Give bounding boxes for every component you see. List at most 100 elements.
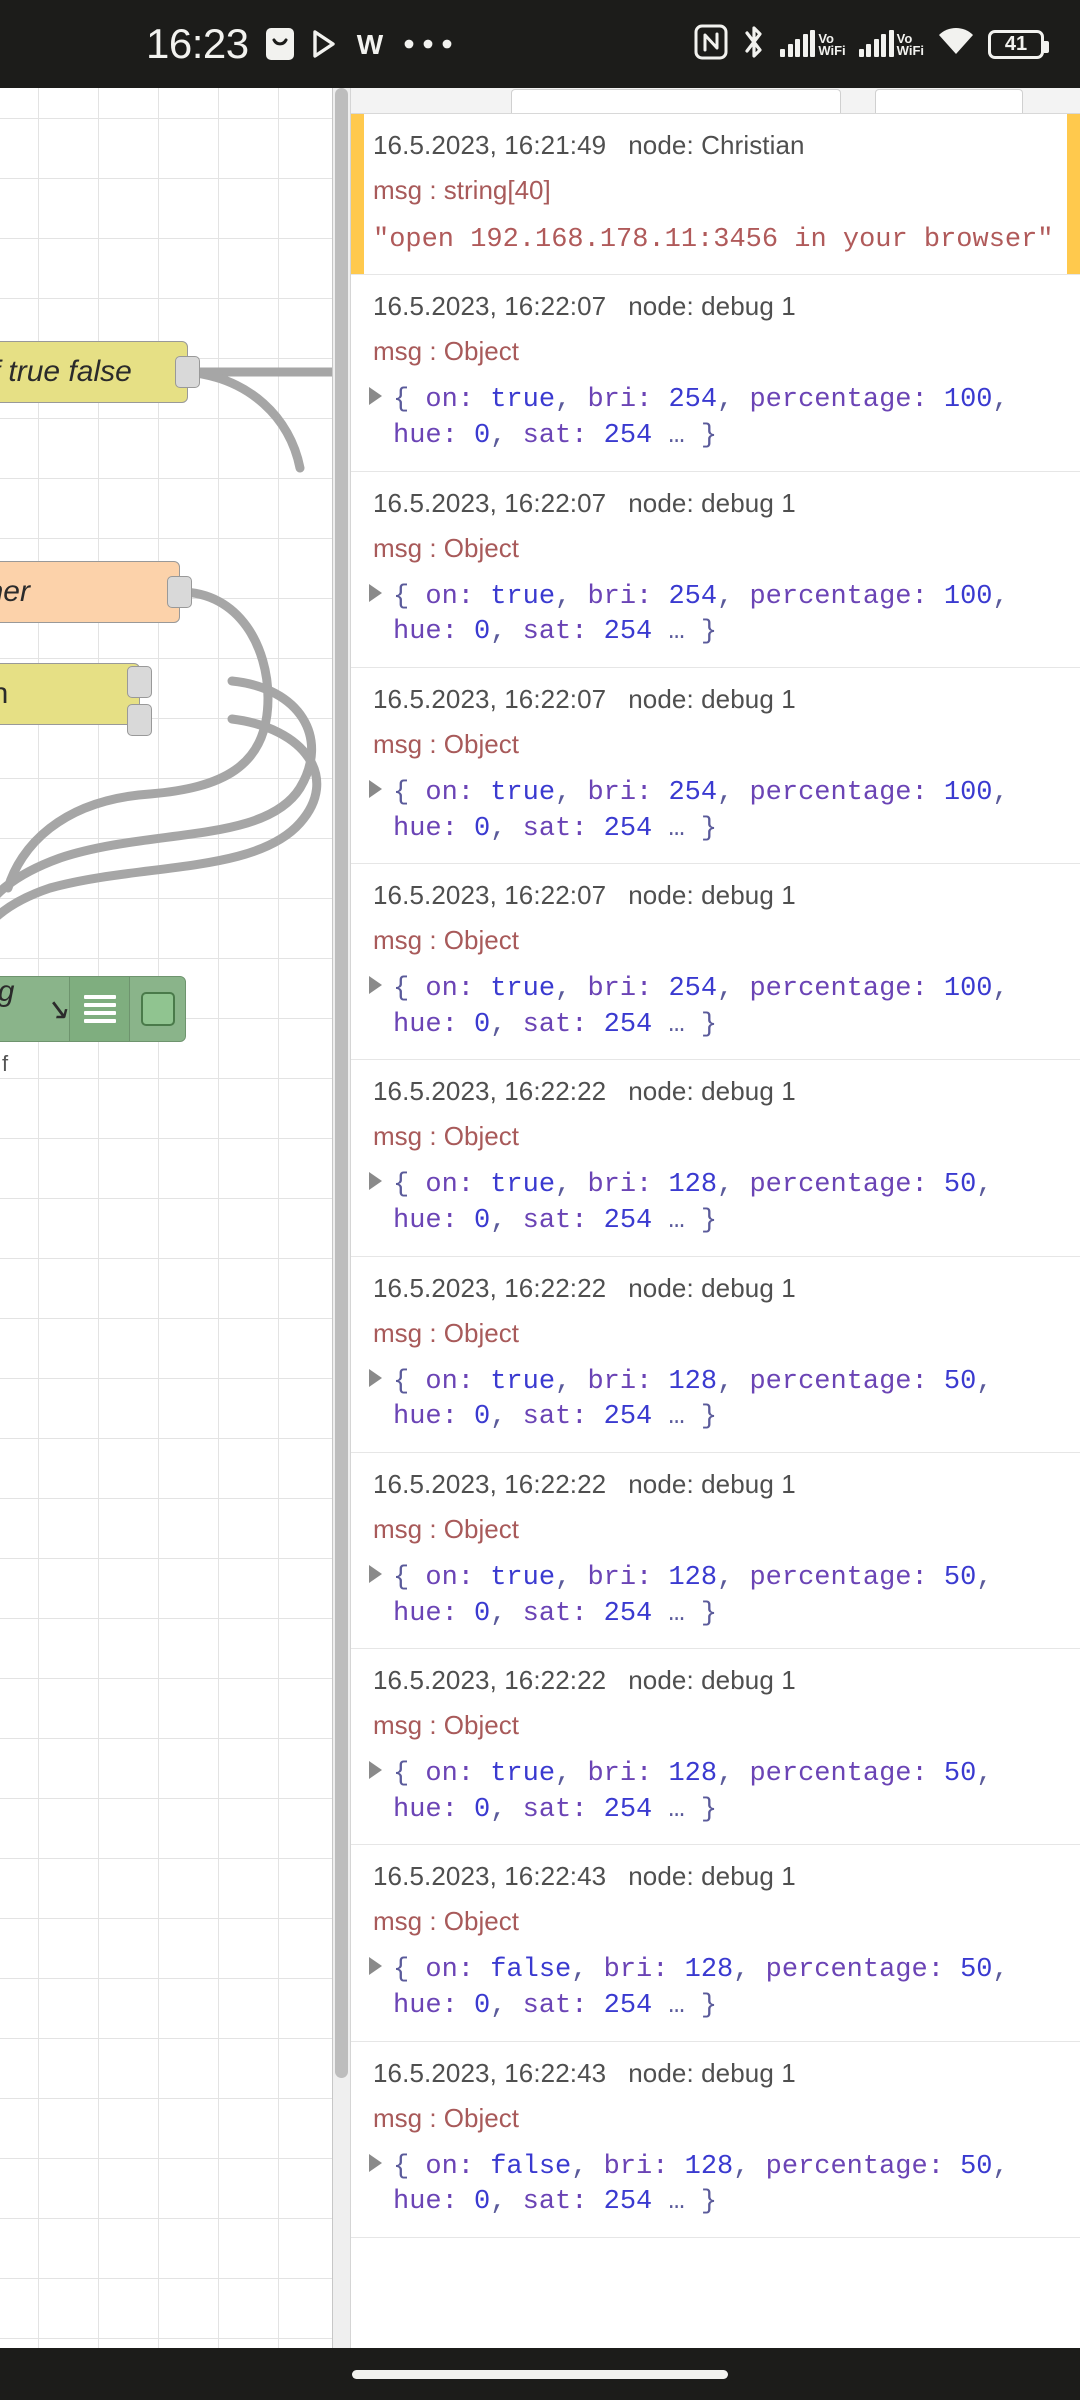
status-bar-right: Vo WiFi Vo WiFi 41: [694, 23, 1080, 66]
debug-message-header: 16.5.2023, 16:22:22 node: debug 1: [373, 1469, 1058, 1500]
expand-triangle-icon[interactable]: [369, 2153, 382, 2172]
expand-triangle-icon[interactable]: [369, 387, 382, 406]
debug-message-type: msg : Object: [373, 336, 519, 367]
debug-message-timestamp: 16.5.2023, 16:22:07: [373, 880, 607, 911]
flow-node-dimmer[interactable]: Dimmer: [0, 561, 192, 623]
object-preview-text: { on: true, bri: 128, percentage: 50, hu…: [393, 1366, 993, 1433]
debug-message-object-preview[interactable]: { on: true, bri: 254, percentage: 100, h…: [369, 972, 1058, 1043]
debug-message-header: 16.5.2023, 16:22:07 node: debug 1: [373, 684, 1058, 715]
debug-message-header: 16.5.2023, 16:22:22 node: debug 1: [373, 1076, 1058, 1107]
debug-message-source-node: node: debug 1: [628, 1861, 796, 1892]
debug-message-header: 16.5.2023, 16:22:43 node: debug 1: [373, 2058, 1058, 2089]
object-preview-text: { on: false, bri: 128, percentage: 50, h…: [393, 1955, 1009, 2022]
sim2-vowifi-label: Vo WiFi: [896, 31, 924, 58]
sidebar-tabstrip[interactable]: [351, 88, 1080, 114]
debug-message-object-preview[interactable]: { on: true, bri: 254, percentage: 100, h…: [369, 776, 1058, 847]
debug-message-type: msg : Object: [373, 1710, 519, 1741]
debug-message-timestamp: 16.5.2023, 16:22:22: [373, 1468, 607, 1499]
object-preview-text: { on: true, bri: 128, percentage: 50, hu…: [393, 1759, 993, 1825]
debug-message-timestamp: 16.5.2023, 16:22:43: [373, 2057, 607, 2088]
wifi-icon: [937, 27, 975, 62]
debug-message-source-node: node: debug 1: [628, 1468, 796, 1499]
debug-message-object-preview[interactable]: { on: false, bri: 128, percentage: 50, h…: [369, 2150, 1058, 2221]
object-preview-text: { on: true, bri: 254, percentage: 100, h…: [393, 385, 1009, 452]
output-port[interactable]: [175, 356, 200, 388]
debug-message-type: msg : Object: [373, 925, 519, 956]
expand-triangle-icon[interactable]: [369, 1564, 382, 1583]
debug-enable-toggle[interactable]: [129, 977, 185, 1041]
output-port-1[interactable]: [127, 666, 152, 698]
sidebar-scrollbar-thumb[interactable]: [335, 88, 348, 2078]
debug-message-source-node: node: debug 1: [628, 2057, 796, 2088]
debug-message-row[interactable]: 16.5.2023, 16:22:22 node: debug 1 msg : Ob…: [351, 1649, 1080, 1846]
battery-indicator: 41: [988, 29, 1049, 59]
debug-message-row[interactable]: 16.5.2023, 16:22:07 node: debug 1 msg : Ob…: [351, 275, 1080, 472]
output-port-2[interactable]: [127, 704, 152, 736]
flow-node-on-off-true-false[interactable]: on off true false: [0, 341, 200, 403]
canvas-stray-text: f: [2, 1051, 9, 1076]
debug-message-timestamp: 16.5.2023, 16:21:49: [373, 130, 607, 160]
debug-message-object-preview[interactable]: { on: false, bri: 128, percentage: 50, h…: [369, 1953, 1058, 2024]
flow-wires: [0, 367, 332, 920]
debug-message-header: 16.5.2023, 16:22:43 node: debug 1: [373, 1861, 1058, 1892]
debug-message-type: msg : Object: [373, 1906, 519, 1937]
output-port[interactable]: [167, 576, 192, 608]
home-gesture-pill[interactable]: [352, 2369, 728, 2379]
debug-message-object-preview[interactable]: { on: true, bri: 254, percentage: 100, h…: [369, 580, 1058, 651]
tab-debug-main[interactable]: [511, 89, 841, 113]
debug-message-source-node: node: debug 1: [628, 683, 796, 714]
expand-triangle-icon[interactable]: [369, 779, 382, 798]
tab-debug-secondary[interactable]: [875, 89, 1023, 113]
android-gesture-bar[interactable]: [0, 2348, 1080, 2400]
expand-triangle-icon[interactable]: [369, 1368, 382, 1387]
sim1-signal: Vo WiFi: [780, 30, 846, 58]
expand-triangle-icon[interactable]: [369, 1172, 382, 1191]
debug-message-source-node: node: debug 1: [628, 1665, 796, 1696]
debug-message-source-node: node: debug 1: [628, 880, 796, 911]
debug-sidebar[interactable]: 16.5.2023, 16:21:49 node: Christian msg : …: [332, 88, 1080, 2400]
debug-message-type: msg : string[40]: [373, 175, 551, 205]
flow-node-debug-1[interactable]: debug 1 ↘: [0, 975, 186, 1043]
debug-message-timestamp: 16.5.2023, 16:22:22: [373, 1665, 607, 1696]
sim1-vowifi-label: Vo WiFi: [818, 31, 846, 58]
debug-message-object-preview[interactable]: { on: true, bri: 128, percentage: 50, hu…: [369, 1168, 1058, 1239]
sim1-bars: [780, 30, 816, 57]
debug-message-type: msg : Object: [373, 1513, 519, 1544]
flow-node-label: debug 1: [0, 975, 34, 1043]
debug-message-timestamp: 16.5.2023, 16:22:07: [373, 487, 607, 518]
debug-message-row[interactable]: 16.5.2023, 16:22:22 node: debug 1 msg : Ob…: [351, 1452, 1080, 1650]
sidebar-scrollbar[interactable]: [333, 88, 351, 2400]
sim2-bars: [858, 30, 894, 57]
debug-message-row[interactable]: 16.5.2023, 16:22:07 node: debug 1 msg : Ob…: [351, 667, 1080, 865]
debug-message-timestamp: 16.5.2023, 16:22:22: [373, 1272, 607, 1303]
expand-triangle-icon[interactable]: [369, 583, 382, 602]
debug-message-header: 16.5.2023, 16:22:22 node: debug 1: [373, 1665, 1058, 1696]
object-preview-text: { on: true, bri: 254, percentage: 100, h…: [393, 581, 1009, 648]
debug-message-object-preview[interactable]: { on: true, bri: 128, percentage: 50, hu…: [369, 1365, 1058, 1436]
expand-triangle-icon[interactable]: [369, 1957, 382, 1976]
debug-message-source-node: node: debug 1: [628, 1076, 796, 1107]
debug-message-list[interactable]: 16.5.2023, 16:21:49 node: Christian msg : …: [351, 114, 1080, 2400]
expand-triangle-icon[interactable]: [369, 976, 382, 995]
debug-message-object-preview[interactable]: { on: true, bri: 128, percentage: 50, hu…: [369, 1757, 1058, 1828]
debug-message-row[interactable]: 16.5.2023, 16:22:43 node: debug 1 msg : Ob…: [351, 2041, 1080, 2238]
debug-message-object-preview[interactable]: { on: true, bri: 128, percentage: 50, hu…: [369, 1561, 1058, 1632]
flow-node-switch[interactable]: switch: [0, 663, 152, 736]
expand-triangle-icon[interactable]: [369, 1761, 382, 1780]
debug-message-row[interactable]: 16.5.2023, 16:22:43 node: debug 1 msg : Ob…: [351, 1845, 1080, 2042]
debug-message-row[interactable]: 16.5.2023, 16:21:49 node: Christian msg : …: [351, 114, 1080, 276]
flow-editor-canvas[interactable]: on off true false Dimmer switch debug 1 …: [0, 88, 332, 2400]
debug-message-type: msg : Object: [373, 532, 519, 563]
object-preview-text: { on: true, bri: 254, percentage: 100, h…: [393, 974, 1009, 1040]
debug-message-row[interactable]: 16.5.2023, 16:22:07 node: debug 1 msg : Ob…: [351, 864, 1080, 1061]
debug-message-timestamp: 16.5.2023, 16:22:07: [373, 683, 607, 714]
debug-message-source-node: node: debug 1: [628, 487, 796, 518]
debug-menu-icon[interactable]: [69, 977, 129, 1041]
debug-message-type: msg : Object: [373, 1121, 519, 1152]
flow-node-label: switch: [0, 677, 8, 711]
debug-message-row[interactable]: 16.5.2023, 16:22:07 node: debug 1 msg : Ob…: [351, 471, 1080, 668]
debug-message-object-preview[interactable]: { on: true, bri: 254, percentage: 100, h…: [369, 383, 1058, 454]
flow-node-label: on off true false: [0, 355, 132, 388]
debug-message-row[interactable]: 16.5.2023, 16:22:22 node: debug 1 msg : Ob…: [351, 1060, 1080, 1257]
debug-message-row[interactable]: 16.5.2023, 16:22:22 node: debug 1 msg : Ob…: [351, 1256, 1080, 1453]
